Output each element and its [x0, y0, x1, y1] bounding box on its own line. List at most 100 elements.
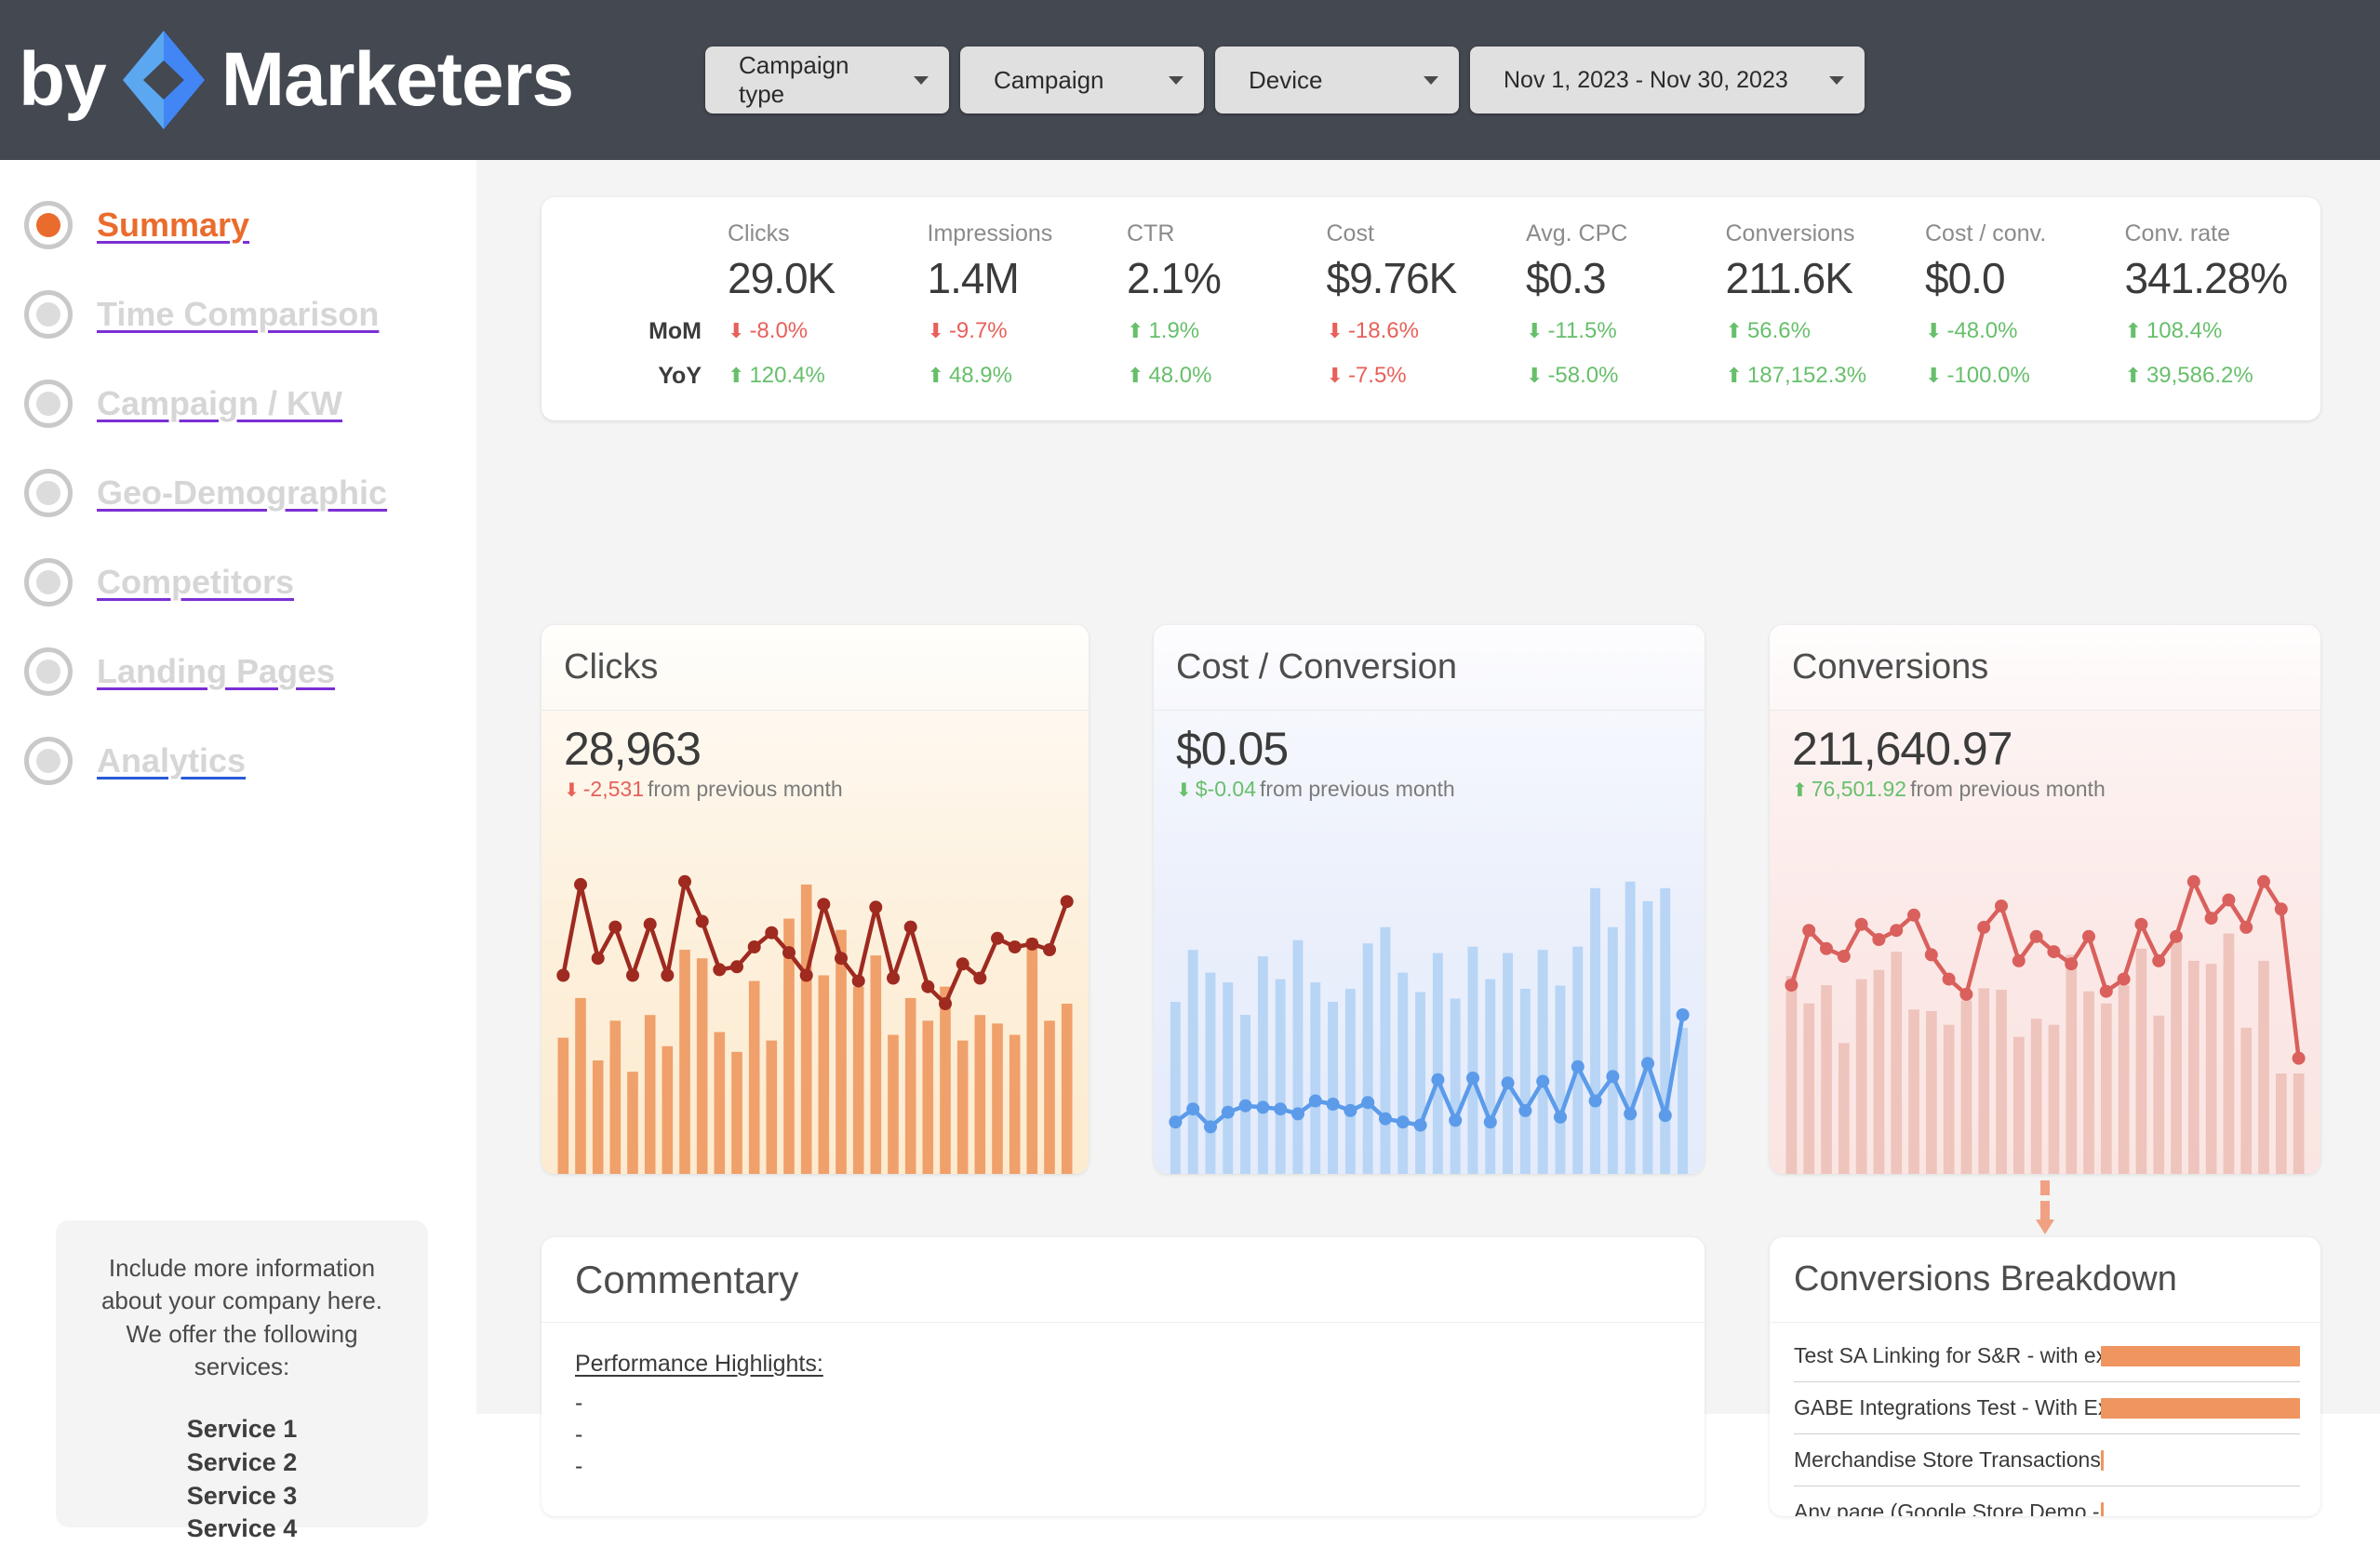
kpi-yoy-delta: ⬆ 39,586.2% [2125, 353, 2312, 398]
kpi-yoy-value: 120.4% [749, 363, 825, 388]
kpi-yoy-value: 187,152.3% [1746, 363, 1867, 388]
commentary-bullet: - [575, 1453, 583, 1479]
sidebar-item-time-comparison[interactable]: Time Comparison [0, 270, 476, 359]
arrow-down-icon: ⬇ [927, 319, 944, 342]
breakdown-title: Conversions Breakdown [1794, 1259, 2177, 1299]
service-item: Service 2 [186, 1448, 298, 1477]
kpi-yoy-value: -7.5% [1347, 363, 1407, 388]
arrow-up-icon: ⬆ [2124, 364, 2142, 387]
commentary-title: Commentary [575, 1257, 799, 1301]
commentary-body[interactable]: Performance Highlights: - - - Items Comp… [542, 1323, 1705, 1516]
kpi-metric-value: $0.3 [1526, 254, 1607, 302]
card-clicks[interactable]: Clicks 28,963 ⬇ -2,531 from previous month [542, 625, 1089, 1174]
commentary-bullet: - [575, 1421, 583, 1447]
filter-device[interactable]: Device [1215, 47, 1459, 113]
chevron-down-icon [1424, 75, 1438, 85]
sidebar-item-geo-demographic[interactable]: Geo-Demographic [0, 448, 476, 538]
kpi-mom-value: -18.6% [1347, 318, 1419, 343]
kpi-column: Cost $9.76K ⬇ -18.6% ⬇ -7.5% [1314, 218, 1514, 406]
brand-logo: by Marketers [0, 29, 689, 131]
filter-campaign-label: Campaign [994, 65, 1104, 94]
filter-device-label: Device [1249, 65, 1323, 94]
sidebar-item-label: Summary [97, 206, 250, 244]
breakdown-row[interactable]: Test SA Linking for S&R - with ex... [1794, 1330, 2300, 1382]
sidebar-item-landing-pages[interactable]: Landing Pages [0, 627, 476, 716]
kpi-mom-delta: ⬇ -18.6% [1327, 309, 1514, 353]
sidebar-item-label: Time Comparison [97, 295, 380, 333]
filter-campaign-type[interactable]: Campaign type [705, 47, 949, 113]
kpi-scorecard: MoM YoY Clicks 29.0K ⬇ -8.0% ⬆ 120.4% Impressi… [542, 197, 2320, 420]
card-conversions[interactable]: Conversions 211,640.97 ⬆ 76,501.92 from pr… [1770, 625, 2320, 1174]
kpi-mom-value: 56.6% [1746, 318, 1811, 343]
service-item: Service 4 [186, 1514, 298, 1543]
service-item: Service 3 [186, 1481, 298, 1510]
kpi-metric-name: Cost [1326, 220, 1374, 247]
logo-by-text: by [19, 37, 107, 122]
card-header: Conversions [1770, 625, 2320, 711]
kpi-mom-delta: ⬆ 56.6% [1726, 309, 1913, 353]
radio-icon [24, 201, 73, 249]
arrow-down-icon: ⬇ [1925, 319, 1943, 342]
kpi-metric-value: 29.0K [728, 254, 836, 302]
kpi-column: Clicks 29.0K ⬇ -8.0% ⬆ 120.4% [715, 218, 915, 406]
kpi-mom-value: -8.0% [749, 318, 809, 343]
breakdown-row[interactable]: Merchandise Store Transactions ... [1794, 1434, 2300, 1486]
sidebar-item-campaign-kw[interactable]: Campaign / KW [0, 359, 476, 448]
chevron-down-icon [914, 75, 929, 85]
kpi-mom-value: 1.9% [1148, 318, 1200, 343]
kpi-column: Impressions 1.4M ⬇ -9.7% ⬆ 48.9% [915, 218, 1115, 406]
breakdown-row-label: Any page (Google Store Demo - ... [1794, 1499, 2101, 1516]
sidebar-item-summary[interactable]: Summary [0, 180, 476, 270]
arrow-down-icon: ⬇ [564, 780, 580, 801]
card-cost-per-conversion[interactable]: Cost / Conversion $0.05 ⬇ $-0.04 from prev… [1154, 625, 1705, 1174]
sidebar-item-competitors[interactable]: Competitors [0, 538, 476, 627]
conversions-delta: ⬆ 76,501.92 from previous month [1792, 777, 2106, 802]
conversions-breakdown-panel: Conversions Breakdown Test SA Linking fo… [1770, 1237, 2320, 1516]
card-body: $0.05 ⬇ $-0.04 from previous month [1154, 711, 1705, 1174]
kpi-row-label-yoy: YoY [658, 362, 702, 389]
kpi-yoy-delta: ⬆ 120.4% [728, 353, 915, 398]
kpi-metric-name: Impressions [927, 220, 1053, 247]
breakdown-bar [2101, 1397, 2300, 1419]
kpi-yoy-value: 48.9% [948, 363, 1012, 388]
kpi-yoy-delta: ⬆ 48.9% [928, 353, 1115, 398]
card-body: 211,640.97 ⬆ 76,501.92 from previous month [1770, 711, 2320, 1174]
breakdown-row[interactable]: GABE Integrations Test - With Ex... [1794, 1382, 2300, 1434]
kpi-metric-name: Conversions [1725, 220, 1855, 247]
breakdown-bar [2101, 1449, 2104, 1471]
sidebar-item-label: Analytics [97, 741, 247, 780]
kpi-yoy-delta: ⬆ 187,152.3% [1726, 353, 1913, 398]
kpi-metric-name: Conv. rate [2124, 220, 2230, 247]
conversions-metric: 211,640.97 ⬆ 76,501.92 from previous month [1792, 724, 2106, 802]
radio-icon [24, 737, 73, 785]
cost-conv-delta-suffix: from previous month [1259, 777, 1455, 801]
breakdown-bar-area [2101, 1345, 2300, 1366]
conversions-delta-suffix: from previous month [1910, 777, 2106, 801]
arrow-down-icon: ⬇ [1526, 319, 1544, 342]
main-content: MoM YoY Clicks 29.0K ⬇ -8.0% ⬆ 120.4% Impressi… [476, 160, 2380, 1516]
filter-date-range[interactable]: Nov 1, 2023 - Nov 30, 2023 [1470, 47, 1865, 113]
commentary-panel: Commentary Performance Highlights: - - -… [542, 1237, 1705, 1516]
clicks-value: 28,963 [564, 723, 702, 775]
sidebar-item-label: Competitors [97, 563, 295, 601]
top-bar: by Marketers Campaign type Campaign Devi… [0, 0, 2380, 160]
breakdown-row[interactable]: Any page (Google Store Demo - ... [1794, 1486, 2300, 1516]
services-description: Include more information about your comp… [100, 1254, 383, 1381]
kpi-metric-name: Cost / conv. [1925, 220, 2047, 247]
breakdown-bar-area [2101, 1449, 2300, 1471]
arrow-down-icon: ⬇ [728, 319, 745, 342]
cost-conv-delta-value: $-0.04 [1195, 777, 1256, 801]
filter-campaign[interactable]: Campaign [960, 47, 1204, 113]
kpi-mom-delta: ⬇ -11.5% [1526, 309, 1713, 353]
radio-icon [24, 380, 73, 428]
radio-icon [24, 647, 73, 696]
filter-campaign-type-label: Campaign type [739, 51, 849, 108]
sidebar-item-label: Campaign / KW [97, 384, 343, 422]
kpi-column: Cost / conv. $0.0 ⬇ -48.0% ⬇ -100.0% [1912, 218, 2112, 406]
sidebar: Summary Time Comparison Campaign / KW Ge… [0, 160, 476, 1542]
sidebar-item-analytics[interactable]: Analytics [0, 716, 476, 806]
kpi-column: Avg. CPC $0.3 ⬇ -11.5% ⬇ -58.0% [1513, 218, 1713, 406]
kpi-column: Conv. rate 341.28% ⬆ 108.4% ⬆ 39,586.2% [2112, 218, 2312, 406]
logo-name-text: Marketers [221, 37, 574, 122]
diamond-logo-icon [119, 29, 208, 131]
